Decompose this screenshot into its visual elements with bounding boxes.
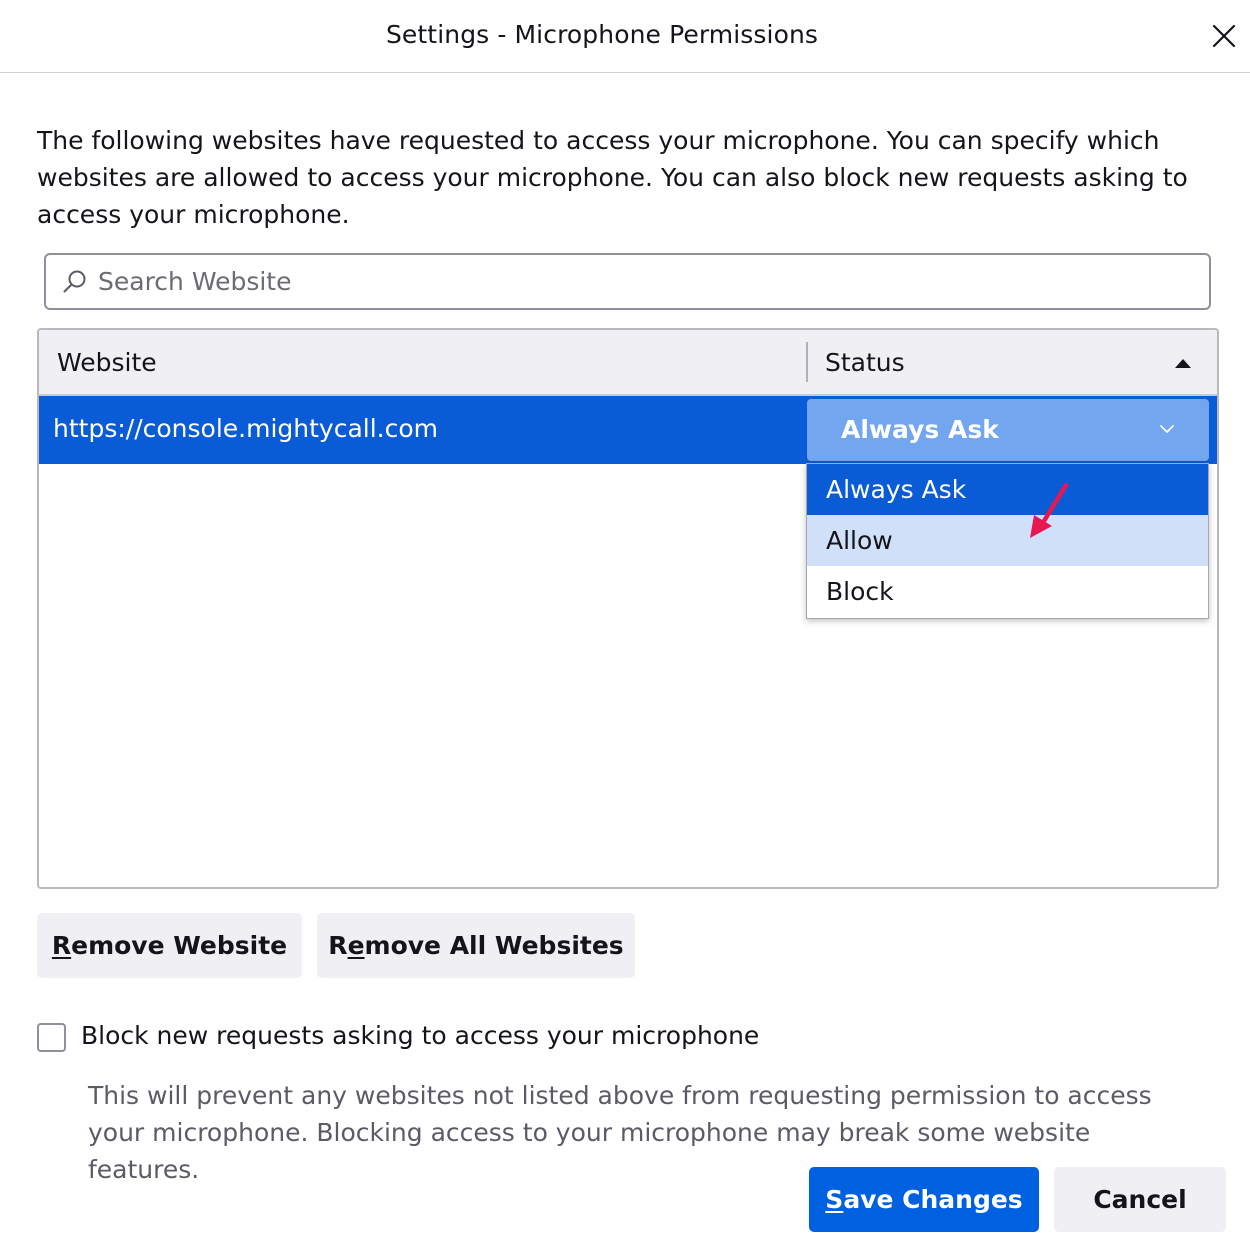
option-allow[interactable]: Allow: [807, 515, 1208, 566]
search-icon: [63, 270, 86, 293]
row-website-url: https://console.mightycall.com: [53, 414, 438, 443]
intro-text: The following websites have requested to…: [37, 126, 1188, 229]
sort-ascending-icon[interactable]: [1175, 359, 1191, 368]
remove-all-websites-button[interactable]: Remove All Websites: [317, 913, 635, 978]
column-header-website[interactable]: Website: [57, 348, 157, 377]
block-new-requests-checkbox[interactable]: [37, 1023, 66, 1052]
status-dropdown-list: Always Ask Allow Block: [806, 463, 1209, 619]
table-header: Website Status: [39, 330, 1217, 396]
column-divider[interactable]: [806, 342, 808, 382]
chevron-down-icon: [1160, 425, 1174, 433]
save-changes-button[interactable]: Save Changes: [809, 1167, 1039, 1232]
column-header-status[interactable]: Status: [825, 348, 905, 377]
dialog-titlebar: Settings - Microphone Permissions: [0, 0, 1250, 73]
remove-website-button[interactable]: Remove Website: [37, 913, 302, 978]
dialog-title: Settings - Microphone Permissions: [385, 20, 819, 49]
status-select[interactable]: Always Ask: [807, 399, 1209, 461]
cancel-button[interactable]: Cancel: [1054, 1167, 1226, 1232]
close-icon: [1212, 24, 1236, 48]
block-new-requests-label[interactable]: Block new requests asking to access your…: [81, 1021, 759, 1050]
search-input[interactable]: [98, 255, 1198, 308]
close-button[interactable]: [1200, 14, 1246, 60]
option-block[interactable]: Block: [807, 566, 1208, 617]
table-row[interactable]: https://console.mightycall.com Always As…: [39, 396, 1217, 464]
block-new-requests-description: This will prevent any websites not liste…: [88, 1081, 1152, 1184]
status-select-value: Always Ask: [841, 415, 999, 444]
option-always-ask[interactable]: Always Ask: [807, 464, 1208, 515]
annotation-arrow-icon: [1030, 482, 1069, 538]
search-box[interactable]: [44, 253, 1211, 310]
